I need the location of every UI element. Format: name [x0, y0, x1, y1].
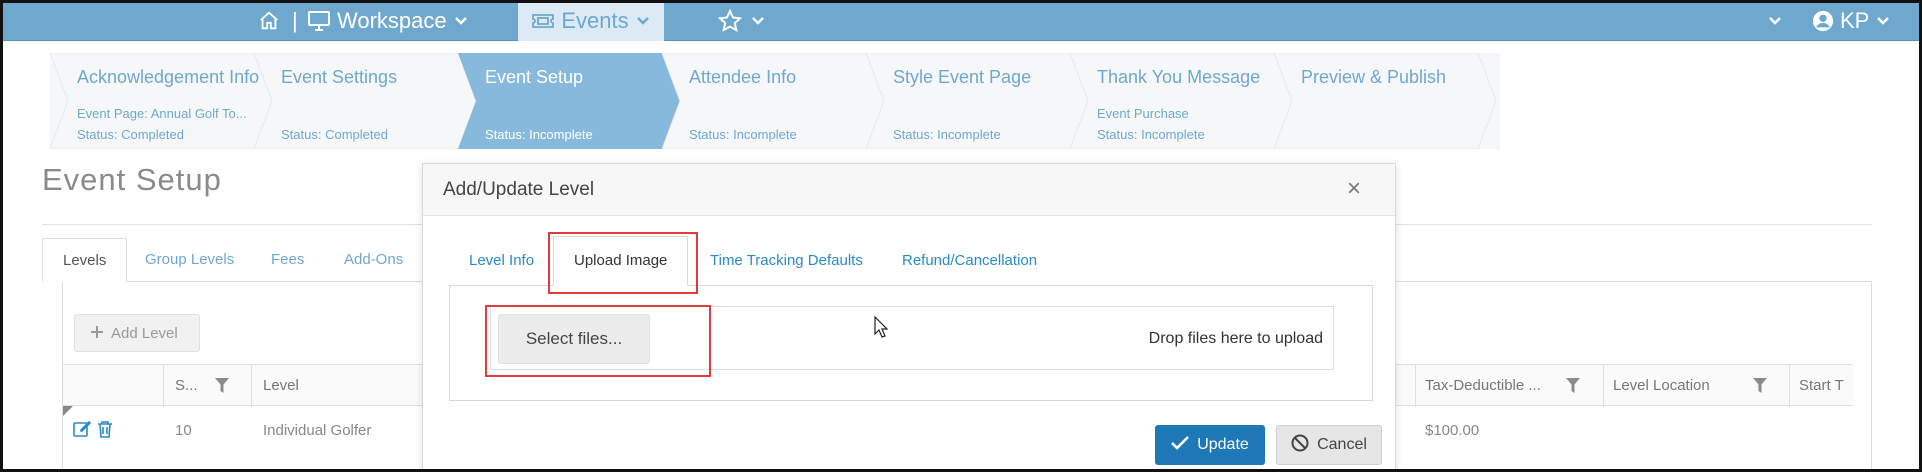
tab-level-info[interactable]: Level Info — [469, 252, 534, 269]
monitor-icon — [307, 10, 331, 32]
file-drop-zone[interactable]: Select files... Drop files here to uploa… — [490, 306, 1334, 370]
dialog-title: Add/Update Level — [443, 179, 595, 200]
ban-icon — [1291, 434, 1309, 457]
chevron-down-icon — [1875, 13, 1891, 29]
tab-group-levels[interactable]: Group Levels — [145, 238, 234, 282]
filter-icon[interactable] — [215, 378, 229, 398]
cancel-button[interactable]: Cancel — [1276, 425, 1382, 465]
favorites-menu[interactable] — [718, 0, 766, 41]
workspace-label: Workspace — [337, 7, 447, 33]
column-separator — [1415, 365, 1416, 407]
step-title: Thank You Message — [1097, 67, 1261, 87]
step-event-setup[interactable]: Event Setup Status: Incomplete — [458, 53, 680, 149]
page-title: Event Setup — [42, 162, 222, 197]
home-icon — [258, 10, 280, 32]
add-level-label: Add Level — [111, 324, 178, 342]
trash-icon[interactable] — [97, 420, 113, 443]
column-separator — [163, 365, 164, 407]
column-separator — [1789, 365, 1790, 407]
row-marker — [63, 406, 73, 416]
step-status: Status: Incomplete — [1097, 127, 1205, 142]
column-tax-deductible[interactable]: Tax-Deductible ... — [1425, 365, 1541, 407]
chevron-down-icon — [1766, 13, 1784, 29]
more-menu[interactable] — [1766, 0, 1784, 41]
mouse-cursor-icon — [874, 315, 889, 343]
step-title: Preview & Publish — [1301, 67, 1447, 87]
step-event-settings[interactable]: Event Settings Status: Completed — [254, 53, 477, 149]
user-initials: KP — [1840, 7, 1870, 33]
ticket-icon — [531, 12, 555, 30]
wizard-steps: Acknowledgement Info Event Page: Annual … — [50, 53, 1500, 149]
step-title: Style Event Page — [893, 67, 1032, 87]
cell-level: Individual Golfer — [263, 422, 372, 439]
chevron-down-icon — [453, 13, 469, 29]
filter-icon[interactable] — [1753, 378, 1767, 398]
add-update-level-dialog: Add/Update Level × Level Info Upload Ima… — [422, 163, 1396, 472]
top-navigation: | Workspace Events KP — [0, 0, 1922, 41]
events-label: Events — [561, 7, 629, 33]
add-level-button[interactable]: Add Level — [74, 314, 200, 352]
step-title: Acknowledgement Info — [77, 67, 260, 87]
step-style-event-page[interactable]: Style Event Page Status: Incomplete — [866, 53, 1089, 149]
star-icon — [718, 8, 742, 33]
tab-add-ons[interactable]: Add-Ons — [344, 238, 403, 282]
events-menu[interactable]: Events — [518, 0, 664, 41]
workspace-menu[interactable]: Workspace — [307, 0, 469, 41]
select-files-button[interactable]: Select files... — [498, 314, 650, 364]
cell-sort: 10 — [175, 422, 192, 439]
chevron-down-icon — [635, 13, 651, 29]
column-start-time[interactable]: Start T — [1799, 365, 1844, 407]
home-button[interactable] — [258, 0, 280, 41]
step-thank-you-message[interactable]: Thank You Message Event Purchase Status:… — [1070, 53, 1293, 149]
step-attendee-info[interactable]: Attendee Info Status: Incomplete — [662, 53, 885, 149]
tab-refund-cancellation[interactable]: Refund/Cancellation — [902, 252, 1037, 269]
filter-icon[interactable] — [1566, 378, 1580, 398]
step-title: Event Setup — [485, 67, 584, 87]
tab-levels[interactable]: Levels — [42, 238, 128, 282]
update-button[interactable]: Update — [1155, 425, 1265, 465]
step-subtitle: Event Page: Annual Golf To... — [77, 106, 247, 121]
tab-upload-image[interactable]: Upload Image — [553, 236, 689, 286]
step-subtitle: Event Purchase — [1097, 106, 1189, 121]
cell-tax-deductible: $100.00 — [1425, 422, 1480, 439]
step-preview-publish[interactable]: Preview & Publish — [1274, 53, 1497, 149]
upload-image-panel: Select files... Drop files here to uploa… — [449, 285, 1373, 401]
plus-icon — [91, 325, 103, 342]
step-title: Event Settings — [281, 67, 398, 87]
step-status: Status: Incomplete — [893, 127, 1001, 142]
user-menu[interactable]: KP — [1812, 0, 1891, 41]
step-status: Status: Completed — [77, 127, 184, 142]
drop-hint: Drop files here to upload — [1148, 330, 1323, 347]
column-separator — [1603, 365, 1604, 407]
nav-separator: | — [292, 7, 298, 33]
step-status: Status: Incomplete — [485, 127, 593, 142]
step-title: Attendee Info — [689, 67, 797, 87]
update-label: Update — [1197, 436, 1249, 453]
chevron-down-icon — [750, 13, 766, 29]
column-level[interactable]: Level — [263, 365, 299, 407]
column-separator — [251, 365, 252, 407]
step-status: Status: Completed — [281, 127, 388, 142]
column-sort[interactable]: S... — [175, 365, 198, 407]
edit-icon[interactable] — [73, 420, 92, 443]
cancel-label: Cancel — [1317, 436, 1367, 453]
close-icon[interactable]: × — [1347, 177, 1361, 201]
check-icon — [1171, 435, 1190, 455]
step-status: Status: Incomplete — [689, 127, 797, 142]
dialog-header: Add/Update Level × — [423, 164, 1395, 216]
tab-time-tracking-defaults[interactable]: Time Tracking Defaults — [710, 252, 863, 269]
step-acknowledgement-info[interactable]: Acknowledgement Info Event Page: Annual … — [50, 53, 273, 149]
user-icon — [1812, 10, 1834, 32]
tab-fees[interactable]: Fees — [271, 238, 304, 282]
column-level-location[interactable]: Level Location — [1613, 365, 1710, 407]
